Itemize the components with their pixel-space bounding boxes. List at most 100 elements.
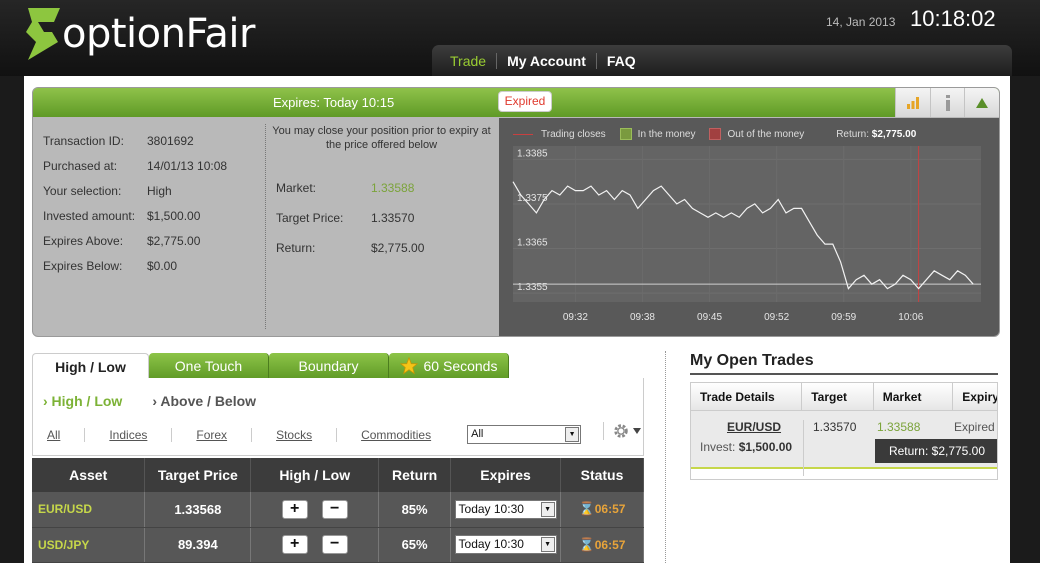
col-asset: Asset [32, 458, 146, 492]
close-row: Market: 1.33588 [276, 181, 424, 211]
product-tabs: High / Low One Touch Boundary 60 Seconds [32, 353, 509, 379]
asset-table: Asset Target Price High / Low Return Exp… [32, 458, 644, 563]
subtab-high-low[interactable]: › High / Low [43, 393, 122, 409]
high-low-cell: + − [250, 492, 380, 528]
current-date: 14, Jan 2013 [826, 15, 896, 29]
info-row: Invested amount: $1,500.00 [43, 209, 227, 234]
logo-icon [26, 8, 60, 60]
top-nav: Trade My Account FAQ [432, 45, 1012, 76]
expires-cell: Today 10:30 ▼ [450, 492, 562, 528]
low-button[interactable]: − [321, 499, 348, 519]
open-trade-invest: Invest: $1,500.00 [700, 440, 792, 479]
open-trades-header: Trade Details Target Market Expiry [691, 383, 997, 411]
bar-chart-icon[interactable] [895, 88, 930, 117]
legend-swatch [619, 128, 632, 140]
collapse-up-icon[interactable] [964, 88, 999, 117]
info-label: Expires Below: [43, 259, 123, 273]
tab-boundary[interactable]: Boundary [269, 353, 389, 379]
chart-canvas: 1.33851.33751.33651.335509:32 09:38 09:45 0… [512, 146, 981, 323]
filter-commodities[interactable]: Commodities [336, 427, 455, 442]
filter-stocks[interactable]: Stocks [251, 427, 336, 442]
target-price: 1.33568 [144, 492, 252, 528]
open-trades-title: My Open Trades [690, 352, 814, 369]
info-icon[interactable] [929, 88, 965, 117]
expires-select[interactable]: Today 10:30 ▼ [454, 535, 557, 554]
asset-select[interactable]: All ▼ [467, 425, 582, 444]
filter-indices[interactable]: Indices [84, 427, 171, 442]
filter-all[interactable]: All [47, 428, 84, 442]
close-note: You may close your position prior to exp… [272, 125, 491, 151]
tab-60-seconds[interactable]: 60 Seconds [389, 353, 509, 379]
header: optionFair 14, Jan 2013 10:18:02 Trade M… [0, 0, 1040, 76]
asset-filters: All Indices Forex Stocks Commodities All… [47, 425, 582, 444]
col-expiry: Expiry [962, 390, 997, 404]
logo[interactable]: optionFair [22, 6, 255, 62]
chevron-down-icon: ▼ [565, 427, 580, 442]
low-button[interactable]: − [321, 535, 348, 554]
subtab-above-below[interactable]: › Above / Below [152, 393, 256, 409]
asset-name[interactable]: USD/JPY [32, 527, 146, 563]
status-badge: Expired [498, 91, 552, 112]
panel-header: Expires: Today 10:15 Expired [33, 88, 999, 117]
x-tick-label: 09:32 [563, 312, 588, 323]
expires-cell: Today 10:30 ▼ [450, 527, 562, 563]
col-high-low: High / Low [250, 458, 380, 492]
x-tick-label: 09:59 [831, 312, 856, 323]
col-expires: Expires [450, 458, 562, 492]
close-position-info: You may close your position prior to exp… [265, 124, 497, 329]
legend-out-of-the-money: Out of the money [709, 128, 804, 140]
caret-down-icon [633, 428, 641, 434]
current-time: 10:18:02 [910, 6, 996, 31]
chart-return-label: Return: [836, 128, 869, 140]
nav-trade[interactable]: Trade [440, 52, 498, 69]
expires-select[interactable]: Today 10:30 ▼ [454, 499, 557, 519]
status-countdown: 06:57 [594, 537, 626, 552]
chart-return: Return: $2,775.00 [836, 129, 916, 140]
table-row: EUR/USD 1.33568 + − 85% Today 10:30 ▼ ⌛06:… [32, 492, 644, 528]
column-divider [665, 351, 666, 563]
legend-line [513, 133, 533, 135]
panel-tools [895, 88, 999, 117]
tab-high-low[interactable]: High / Low [32, 353, 149, 379]
hourglass-icon: ⌛ [578, 501, 595, 517]
close-label: Target Price: [276, 211, 344, 225]
filter-forex[interactable]: Forex [171, 427, 251, 442]
open-trade-row: EUR/USD Invest: $1,500.00 1.33570 1.3358… [691, 411, 997, 476]
col-trade-details: Trade Details [691, 383, 803, 410]
chevron-down-icon: ▼ [540, 537, 555, 552]
status-countdown: 06:57 [594, 502, 626, 517]
high-button[interactable]: + [281, 535, 308, 554]
info-label: Transaction ID: [43, 134, 124, 148]
status-cell: ⌛06:57 [560, 492, 644, 528]
price-chart: 1.3385 1.3375 1.3365 1.3355 09:32 09:38 09:45 0… [499, 118, 999, 336]
return-value: $2,775.00 [371, 241, 425, 255]
info-label: Your selection: [43, 184, 122, 198]
info-label: Invested amount: [43, 209, 136, 223]
close-row: Target Price: 1.33570 [276, 211, 424, 241]
settings-menu[interactable] [603, 422, 641, 440]
y-tick-label: 1.3385 [517, 148, 548, 159]
info-value: $2,775.00 [147, 234, 201, 248]
legend-label: Out of the money [727, 128, 805, 140]
x-tick-label: 09:45 [697, 312, 722, 323]
legend-trading-closes: Trading closes [513, 129, 606, 140]
return-pct: 85% [378, 492, 452, 528]
tab-one-touch[interactable]: One Touch [149, 353, 269, 379]
high-low-cell: + − [250, 527, 380, 563]
info-row: Purchased at: 14/01/13 10:08 [43, 159, 227, 184]
invest-label: Invest: [700, 440, 736, 454]
chevron-down-icon: ▼ [540, 501, 555, 517]
legend-swatch [709, 128, 722, 140]
col-return: Return [378, 458, 452, 492]
close-row: Return: $2,775.00 [276, 241, 424, 271]
logo-text: optionFair [62, 11, 255, 57]
chart-return-value: $2,775.00 [871, 128, 917, 140]
info-label: Purchased at: [43, 159, 118, 173]
divider [690, 373, 998, 375]
close-rows: Market: 1.33588 Target Price: 1.33570 Retu… [276, 181, 424, 271]
asset-name[interactable]: EUR/USD [32, 492, 146, 528]
info-value: $1,500.00 [147, 209, 201, 223]
nav-faq[interactable]: FAQ [597, 53, 646, 69]
high-button[interactable]: + [281, 499, 308, 519]
nav-my-account[interactable]: My Account [497, 52, 597, 69]
